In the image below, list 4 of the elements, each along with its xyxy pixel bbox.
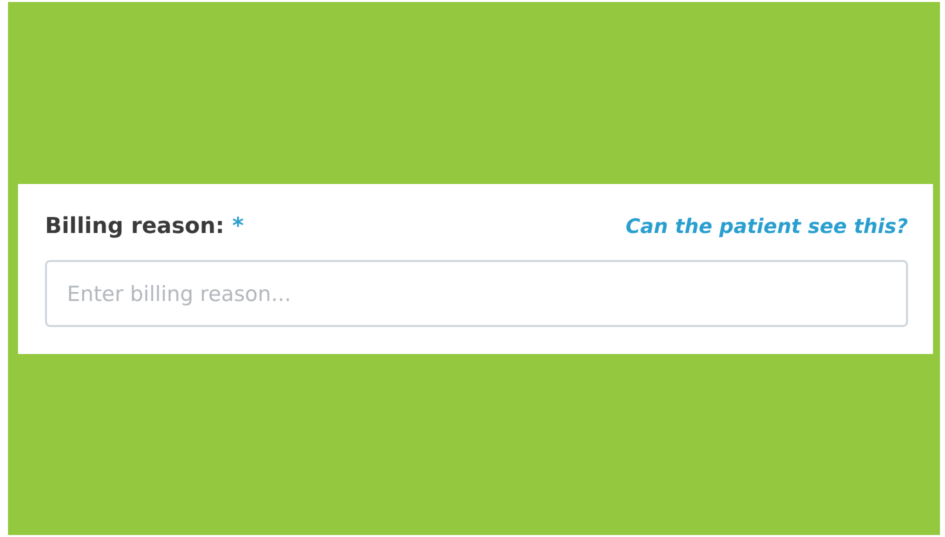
field-label: Billing reason: — [45, 214, 224, 239]
help-link[interactable]: Can the patient see this? — [626, 214, 908, 238]
required-mark: * — [232, 214, 244, 239]
input-field[interactable]: Enter billing reason... — [45, 260, 908, 327]
